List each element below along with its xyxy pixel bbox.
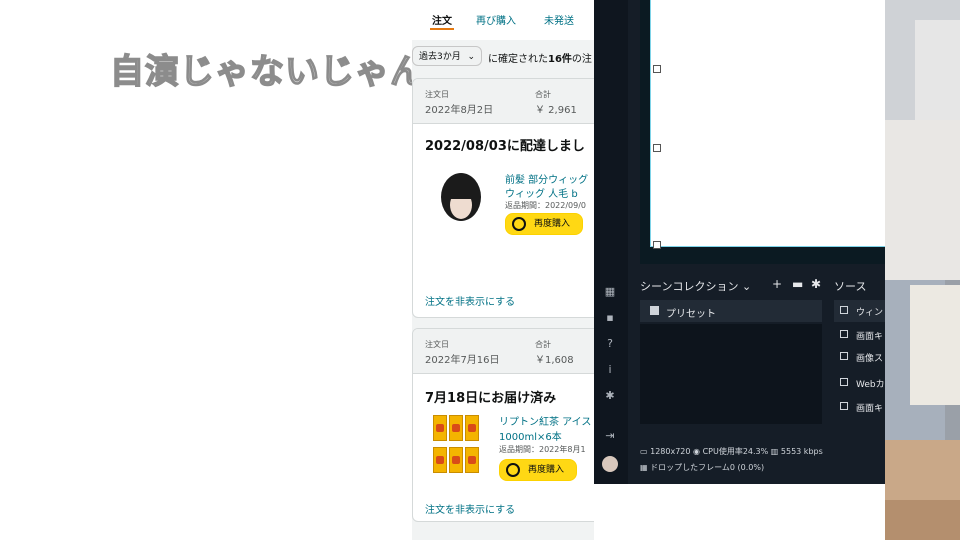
period-select-value: 過去3か月 [419,52,461,62]
info-icon[interactable]: i [604,364,616,376]
source-item[interactable]: 画面キ [834,324,885,346]
return-period: 返品期間：2022年8月1 [499,445,586,454]
order-date-label: 注文日 [425,340,449,349]
source-label: 画面キ [856,404,884,414]
obs-status-bar: ▭ 1280x720 ◉ CPU使用率24.3% ▥ 5553 kbps [640,446,823,457]
monitor-icon [840,330,848,338]
source-item[interactable]: 画面キ [834,396,885,418]
source-label: 画像ス [856,354,884,364]
buy-again-button[interactable]: 再度購入 [499,459,577,481]
scene-item-label: プリセット [666,309,716,320]
folder-icon [650,306,659,315]
frames-icon: ▦ [640,463,651,472]
tea-product-image[interactable] [433,415,481,475]
scene-collection-label: シーンコレクション [640,280,739,293]
order-tabs: 注文 再び購入 未発送 [412,0,594,40]
order-date: 2022年7月16日 [425,355,500,366]
canvas-preview[interactable] [650,0,885,247]
period-select[interactable]: 過去3か月 ⌄ [412,46,482,66]
order-count-text: に確定された16件の注 [488,50,592,65]
reorder-icon [506,463,520,477]
amazon-order-history: 注文 再び購入 未発送 過去3か月 ⌄ に確定された16件の注 注文日 2022… [412,0,594,540]
image-icon [840,352,848,360]
resize-handle[interactable] [653,144,661,152]
tab-buy-again[interactable]: 再び購入 [476,12,516,27]
scene-collection-title[interactable]: シーンコレクション ⌄ [640,278,751,294]
source-item[interactable]: ウィン [834,300,885,322]
chevron-down-icon: ⌄ [467,52,475,62]
dropped-frames: ▦ ドロップしたフレーム0 (0.0%) [640,462,764,473]
sources-title: ソース [834,280,867,293]
monitor-icon: ▭ [640,447,651,456]
order-header: 注文日 2022年7月16日 合計 ￥1,608 [413,329,594,374]
dropped-frames-readout: ドロップしたフレーム0 (0.0%) [650,463,765,472]
settings-gear-icon[interactable]: ✱ [604,390,616,402]
scene-item[interactable]: プリセット [640,300,822,322]
order-count-prefix: に確定された [488,54,548,65]
scene-list[interactable] [640,324,822,424]
order-total: ￥ 2,961 [535,105,577,116]
chevron-down-icon: ⌄ [741,280,752,293]
network-icon: ▥ [770,447,781,456]
source-label: Webカ [856,380,885,390]
bitrate-readout: 5553 kbps [780,447,823,456]
source-label: ウィン [856,308,884,318]
order-count: 16件 [548,54,572,65]
webcam-image [885,0,960,540]
help-icon[interactable]: ? [604,338,616,350]
order-card: 注文日 2022年8月2日 合計 ￥ 2,961 2022/08/03に配達しま… [412,78,594,318]
hide-order-link[interactable]: 注文を非表示にする [425,293,515,308]
order-card: 注文日 2022年7月16日 合計 ￥1,608 7月18日にお届け済み リプト… [412,328,594,522]
webcam-feed [885,0,960,540]
avatar[interactable] [602,456,618,472]
source-item[interactable]: Webカ [834,372,885,394]
resize-handle[interactable] [653,65,661,73]
order-total-label: 合計 [535,90,551,99]
resize-handle[interactable] [653,241,661,249]
order-header: 注文日 2022年8月2日 合計 ￥ 2,961 [413,79,594,124]
buy-again-label: 再度購入 [528,465,565,475]
cpu-readout: CPU使用率24.3% [702,447,769,456]
tab-not-shipped[interactable]: 未発送 [544,12,574,27]
order-total-label: 合計 [535,340,551,349]
hide-order-link[interactable]: 注文を非表示にする [425,501,515,516]
product-title[interactable]: リプトン紅茶 アイス [499,413,591,428]
gear-icon[interactable]: ✱ [811,277,821,291]
delivery-status: 2022/08/03に配達しまし [425,139,585,154]
order-date-label: 注文日 [425,90,449,99]
reorder-icon [512,217,526,231]
gift-icon[interactable]: ▦ [604,286,616,298]
exit-icon[interactable]: ⇥ [604,430,616,442]
overlay-caption: 自演じゃないじゃん [109,51,425,93]
product-title[interactable]: 前髪 部分ウィッグ [505,171,588,186]
obs-window: ▦ ▪ ? i ✱ ⇥ シーンコレクション ⌄ + ▬ ✱ ソース プリセット … [594,0,885,484]
product-title-line2[interactable]: ウィッグ 人毛 b [505,185,578,200]
camera-icon [840,378,848,386]
return-period: 返品期間：2022/09/0 [505,201,587,210]
add-icon[interactable]: + [772,277,782,291]
order-count-suffix: の注 [571,54,592,65]
buy-again-button[interactable]: 再度購入 [505,213,583,235]
cpu-icon: ◉ [693,447,703,456]
source-label: 画面キ [856,332,884,342]
source-item[interactable]: 画像ス [834,346,885,368]
obs-side-rail: ▦ ▪ ? i ✱ ⇥ [594,0,628,484]
tab-orders[interactable]: 注文 [430,12,454,30]
resolution-readout: 1280x720 [650,447,691,456]
trash-icon[interactable]: ▬ [792,277,803,291]
window-icon [840,306,848,314]
monitor-icon [840,402,848,410]
order-total: ￥1,608 [535,355,574,366]
product-title-line2[interactable]: 1000ml×6本 [499,428,562,443]
delivery-status: 7月18日にお届け済み [425,391,557,406]
chat-icon[interactable]: ▪ [604,312,616,324]
order-date: 2022年8月2日 [425,105,494,116]
buy-again-label: 再度購入 [534,219,571,229]
wig-product-image[interactable] [435,171,487,225]
